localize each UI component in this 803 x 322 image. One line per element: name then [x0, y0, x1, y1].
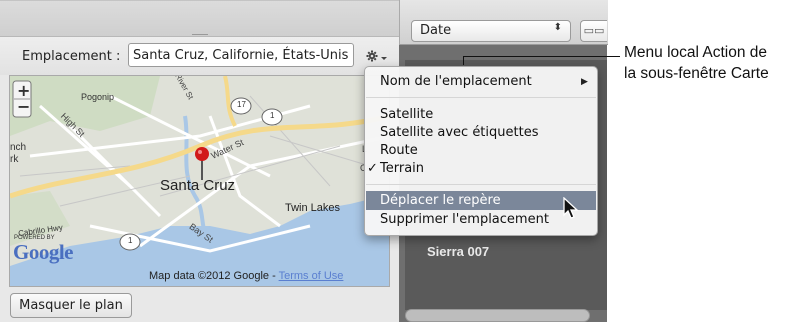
- up-down-arrows-icon: ⬍: [553, 22, 562, 33]
- attribution-text: Map data ©2012 Google -: [149, 270, 279, 282]
- panel-header: [0, 0, 399, 37]
- submenu-arrow-icon: ▶: [581, 77, 588, 87]
- menu-separator: [366, 184, 596, 185]
- place-label: nch: [10, 142, 27, 153]
- callout-line: Menu local Action de: [624, 44, 768, 61]
- route-shield-label: 1: [128, 236, 133, 245]
- place-label: Twin Lakes: [285, 202, 341, 214]
- menu-item-terrain[interactable]: Terrain: [380, 161, 424, 176]
- view-mode-button[interactable]: ▭▭: [580, 20, 607, 42]
- route-shield-label: 17: [237, 100, 246, 109]
- map-attribution: Map data ©2012 Google - Terms of Use: [149, 270, 343, 282]
- gear-icon: [366, 50, 387, 62]
- route-shield-label: 1: [270, 111, 275, 120]
- callout-leader: [463, 56, 464, 65]
- sort-value: Date: [420, 23, 452, 38]
- callout-leader: [463, 56, 620, 57]
- place-label: Pogonip: [81, 92, 115, 102]
- terms-of-use-link[interactable]: Terms of Use: [279, 270, 344, 282]
- checkmark-icon: ✓: [367, 161, 378, 176]
- place-label: rk: [10, 154, 19, 165]
- callout-text: Menu local Action de la sous-fenêtre Car…: [624, 42, 769, 84]
- callout-line: la sous-fenêtre Carte: [624, 65, 769, 82]
- horizontal-scrollbar[interactable]: [405, 309, 590, 322]
- hide-map-button[interactable]: Masquer le plan: [10, 293, 132, 318]
- menu-separator: [366, 97, 596, 98]
- menu-item-location-name[interactable]: Nom de l'emplacement: [380, 74, 532, 89]
- cursor-icon: [563, 197, 579, 219]
- menu-item-satellite[interactable]: Satellite: [380, 107, 433, 122]
- sort-popup[interactable]: Date ⬍: [411, 20, 571, 42]
- zoom-out-button[interactable]: −: [17, 97, 30, 116]
- menu-item-road[interactable]: Route: [380, 143, 418, 158]
- location-field[interactable]: Santa Cruz, Californie, États-Unis: [128, 43, 354, 67]
- map-view[interactable]: + − Pogonip Santa Cruz Twin Lakes High S…: [9, 75, 390, 287]
- chevron-down-icon: [381, 57, 387, 60]
- menu-item-move-pin[interactable]: Déplacer le repère: [380, 193, 501, 208]
- action-menu-button[interactable]: [362, 45, 390, 67]
- menu-item-satellite-labels[interactable]: Satellite avec étiquettes: [380, 125, 538, 140]
- location-label: Emplacement :: [22, 49, 121, 64]
- menu-item-label: Nom de l'emplacement: [380, 74, 532, 89]
- google-logo: Google: [13, 240, 74, 264]
- item-name: Sierra 007: [427, 244, 490, 259]
- menu-item-remove-location[interactable]: Supprimer l'emplacement: [380, 212, 549, 227]
- city-label: Santa Cruz: [160, 177, 236, 194]
